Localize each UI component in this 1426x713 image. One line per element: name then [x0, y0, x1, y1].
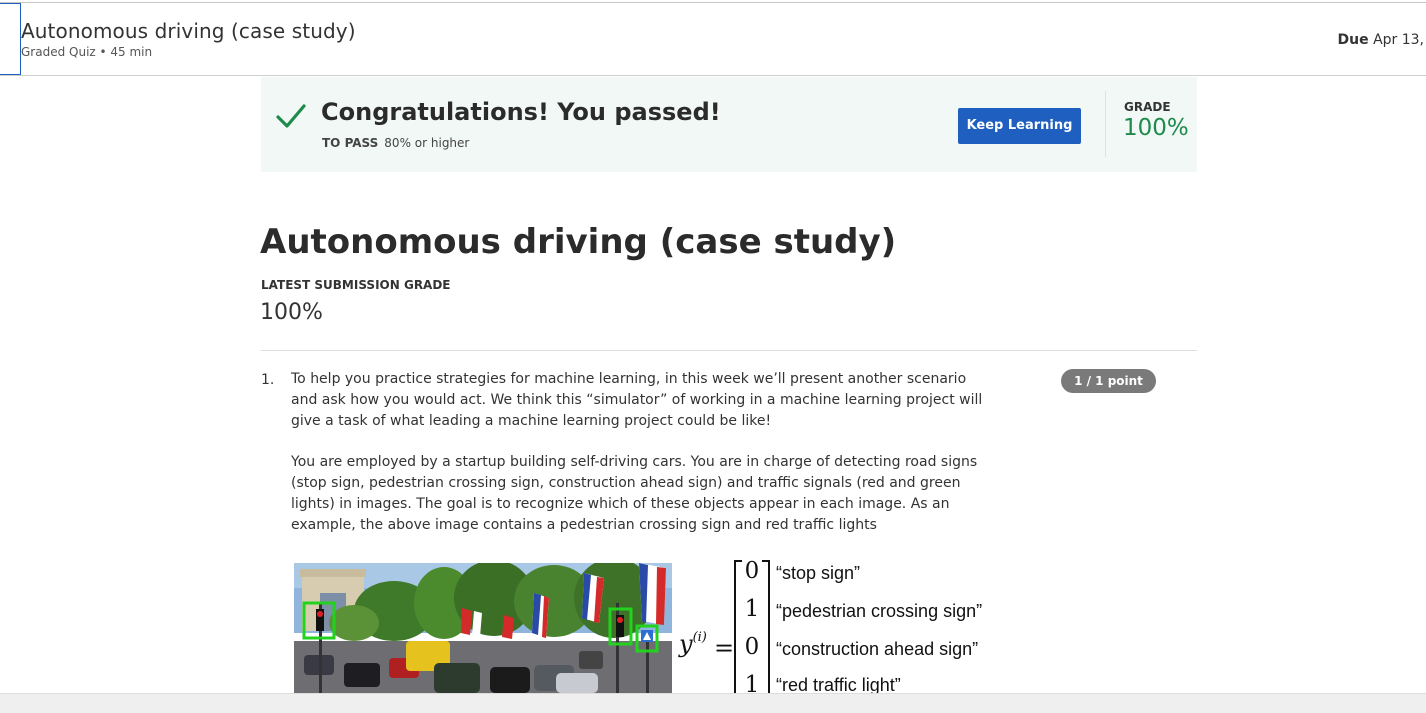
to-pass-label: TO PASS: [322, 136, 379, 150]
points-badge: 1 / 1 point: [1061, 369, 1156, 393]
latest-grade-label: LATEST SUBMISSION GRADE: [261, 278, 451, 292]
to-pass-info: TO PASS 80% or higher: [322, 136, 469, 150]
due-value: Apr 13,: [1373, 32, 1424, 48]
grade-value: 100%: [1123, 115, 1189, 141]
header-subtitle: Graded Quiz • 45 min: [21, 45, 153, 59]
header-title: Autonomous driving (case study): [21, 19, 356, 43]
back-button[interactable]: [0, 3, 21, 75]
to-pass-value: 80% or higher: [384, 136, 470, 150]
street-scene-image: [294, 563, 672, 693]
vector-value-stop-sign: 0: [744, 558, 760, 584]
vector-value-construction: 0: [744, 634, 760, 660]
y-letter: y: [679, 630, 693, 658]
due-label: Due: [1337, 32, 1369, 48]
y-superscript: (i): [692, 630, 707, 645]
right-bracket: [762, 560, 770, 696]
vector-label-pedestrian: “pedestrian crossing sign”: [776, 601, 983, 621]
checkmark-icon: [276, 104, 306, 128]
question-number: 1.: [261, 372, 275, 388]
horizontal-scrollbar[interactable]: [0, 693, 1426, 713]
grade-label: GRADE: [1124, 100, 1171, 114]
banner-divider: [1105, 91, 1106, 157]
divider: [261, 350, 1197, 351]
due-date: Due Apr 13,: [1338, 32, 1424, 48]
latest-grade-value: 100%: [260, 300, 323, 325]
banner-title: Congratulations! You passed!: [321, 98, 721, 126]
vector-label-stop-sign: “stop sign”: [776, 563, 861, 583]
equals-sign: =: [714, 634, 735, 662]
vector-label-construction: “construction ahead sign”: [776, 639, 979, 659]
label-vector-figure: y(i) = 0 “stop sign” 1 “pedestrian cross…: [676, 556, 1006, 698]
question-paragraph-1: To help you practice strategies for mach…: [291, 371, 983, 429]
question-paragraph-2: You are employed by a startup building s…: [291, 454, 978, 533]
left-bracket: [734, 560, 742, 696]
pass-banner: Congratulations! You passed! TO PASS 80% …: [261, 77, 1197, 172]
keep-learning-button[interactable]: Keep Learning: [958, 108, 1081, 144]
quiz-header: Autonomous driving (case study) Graded Q…: [0, 2, 1426, 76]
vector-value-pedestrian: 1: [744, 596, 760, 622]
page-title: Autonomous driving (case study): [260, 222, 897, 262]
y-symbol: y(i): [679, 630, 707, 658]
